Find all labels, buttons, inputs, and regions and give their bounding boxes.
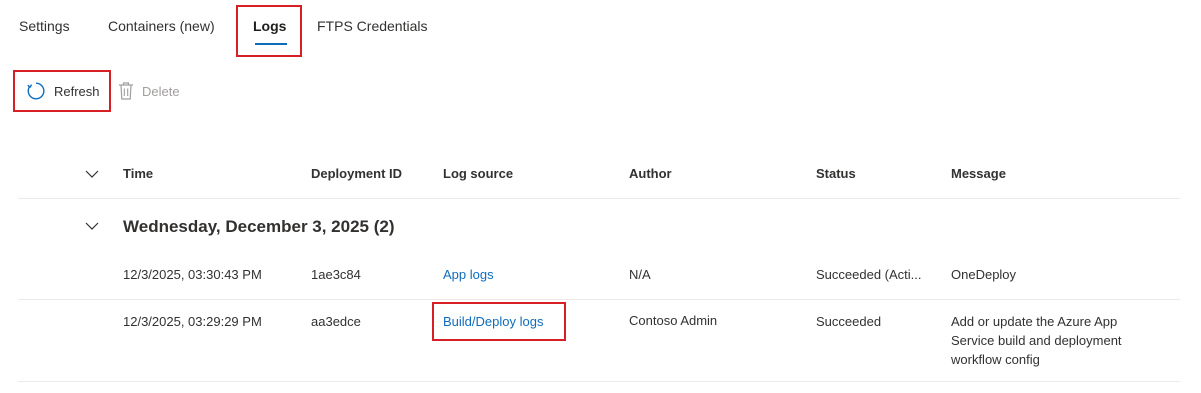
app-logs-link[interactable]: App logs: [443, 267, 494, 283]
build-deploy-logs-link[interactable]: Build/Deploy logs: [443, 314, 543, 330]
refresh-button[interactable]: Refresh: [26, 80, 100, 102]
group-title: Wednesday, December 3, 2025 (2): [123, 217, 395, 236]
collapse-all-chevron-icon[interactable]: [84, 166, 100, 182]
row-status: Succeeded: [816, 314, 882, 329]
refresh-icon: [26, 81, 46, 101]
row-status: Succeeded (Acti...: [816, 267, 922, 282]
row-message: Add or update the Azure App Service buil…: [951, 314, 1122, 367]
delete-button[interactable]: Delete: [118, 80, 180, 102]
group-collapse-chevron-icon[interactable]: [84, 218, 100, 234]
delete-label: Delete: [142, 83, 180, 99]
tab-settings[interactable]: Settings: [19, 16, 70, 36]
column-header-message[interactable]: Message: [951, 166, 1006, 182]
row-time: 12/3/2025, 03:30:43 PM: [123, 267, 262, 282]
column-header-log-source[interactable]: Log source: [443, 166, 513, 182]
tab-logs[interactable]: Logs: [253, 16, 286, 36]
tab-containers[interactable]: Containers (new): [108, 16, 215, 36]
row-deployment-id: aa3edce: [311, 314, 361, 329]
row-divider: [18, 299, 1180, 300]
column-header-deployment-id[interactable]: Deployment ID: [311, 166, 402, 182]
row-author: N/A: [629, 267, 651, 282]
trash-icon: [118, 81, 134, 101]
tab-ftps-credentials[interactable]: FTPS Credentials: [317, 16, 427, 36]
column-header-status[interactable]: Status: [816, 166, 856, 182]
refresh-label: Refresh: [54, 83, 100, 99]
row-deployment-id: 1ae3c84: [311, 267, 361, 282]
row-divider: [18, 381, 1180, 382]
column-header-time[interactable]: Time: [123, 166, 153, 182]
column-header-author[interactable]: Author: [629, 166, 672, 182]
row-author: Contoso Admin: [629, 313, 718, 328]
active-tab-indicator: [255, 43, 287, 45]
row-time: 12/3/2025, 03:29:29 PM: [123, 314, 262, 329]
row-message: OneDeploy: [951, 267, 1017, 282]
tab-bar: Settings Containers (new) Logs FTPS Cred…: [0, 0, 1201, 56]
header-divider: [18, 198, 1180, 199]
